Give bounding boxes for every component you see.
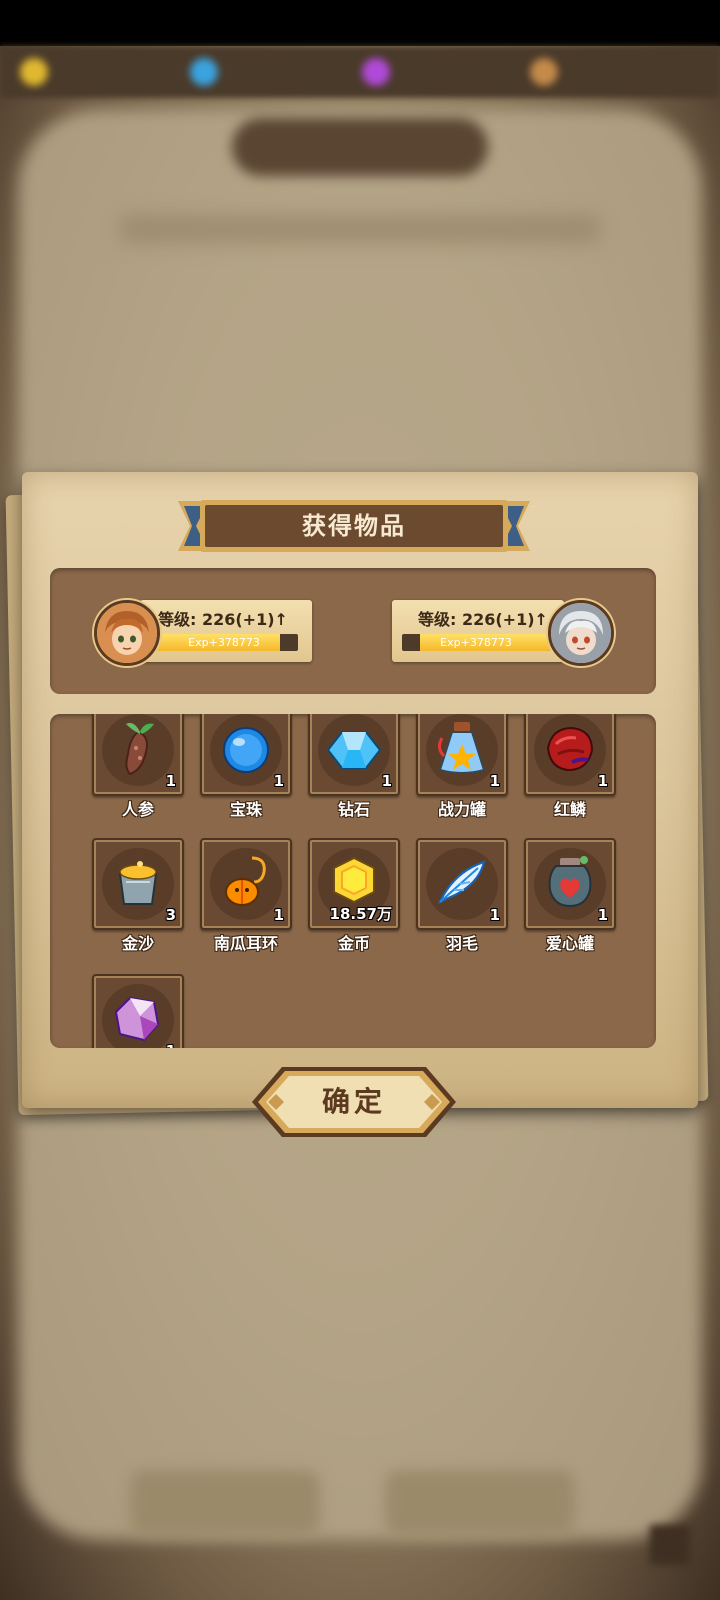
item-diamond[interactable]: 1 钻石 [308, 714, 400, 822]
item-quantity: 1 [273, 906, 284, 924]
item-gold-sand[interactable]: 3 金沙 [92, 838, 184, 956]
item-quantity: 1 [597, 772, 608, 790]
hero-card-2: 等级: 226(+1)↑ Exp+378773 [392, 600, 614, 666]
item-quantity: 1 [273, 772, 284, 790]
pumpkin-earring-icon [225, 856, 266, 906]
item-name: 金沙 [121, 934, 154, 953]
blurred-title-banner [232, 118, 488, 176]
item-slot: 3 [92, 838, 184, 930]
blurred-subtitle [120, 215, 600, 243]
item-name: 人参 [121, 800, 154, 819]
item-ginseng[interactable]: 1 人参 [92, 714, 184, 822]
blue-orb-icon [223, 727, 269, 773]
item-slot: 1 [92, 974, 184, 1048]
hero-card-1: 等级: 226(+1)↑ Exp+378773 [94, 600, 314, 666]
confirm-button[interactable]: 确定 [252, 1065, 456, 1139]
item-quantity: 18.57万 [329, 905, 392, 923]
item-slot: 1 [200, 714, 292, 796]
item-quantity: 1 [597, 906, 608, 924]
item-power-jar[interactable]: 1 战力罐 [416, 714, 508, 822]
item-slot: 1 [200, 838, 292, 930]
ginseng-icon [125, 723, 154, 776]
item-feather[interactable]: 1 羽毛 [416, 838, 508, 956]
heart-jar-icon [548, 856, 592, 908]
item-quantity: 1 [165, 772, 176, 790]
hero-avatar-orange-hair[interactable] [94, 600, 160, 666]
level-up-arrow-icon: ↑ [274, 610, 288, 629]
exp-text: Exp+378773 [440, 636, 512, 649]
item-slot: 1 [416, 714, 508, 796]
exp-bar: Exp+378773 [150, 634, 298, 651]
confirm-button-label: 确定 [321, 1085, 386, 1118]
blurred-crystal-icon [362, 58, 390, 86]
item-purple-crystal[interactable]: 1 [92, 974, 184, 1048]
exp-text: Exp+378773 [188, 636, 260, 649]
item-slot: 1 [308, 714, 400, 796]
item-quantity: 3 [165, 906, 176, 924]
blurred-gold-icon [20, 58, 48, 86]
item-name: 钻石 [337, 800, 370, 819]
feather-icon [437, 860, 486, 905]
blurred-resource-bar [0, 46, 720, 98]
hero-level-text: 等级: 226(+1) [418, 610, 535, 629]
item-name: 爱心罐 [545, 934, 594, 953]
status-bar [0, 0, 720, 46]
items-panel: 1 人参 1 宝珠 1 钻石 1 战力罐 1 红鳞 3 金沙 1 南瓜耳环 18… [50, 714, 656, 1048]
blurred-corner-icon [650, 1525, 690, 1565]
item-name: 羽毛 [445, 934, 478, 953]
blurred-button-right [385, 1470, 575, 1536]
item-quantity: 1 [166, 1042, 176, 1048]
exp-bar: Exp+378773 [402, 634, 550, 651]
item-name: 南瓜耳环 [213, 934, 278, 953]
item-slot: 1 [416, 838, 508, 930]
item-slot: 1 [524, 714, 616, 796]
item-red-scale[interactable]: 1 红鳞 [524, 714, 616, 822]
item-name: 宝珠 [229, 800, 262, 819]
item-gold-coin[interactable]: 18.57万 金币 [308, 838, 400, 956]
dialog-title: 获得物品 [302, 512, 406, 540]
blurred-gem-icon [190, 58, 218, 86]
hero-level: 等级: 226(+1)↑ [158, 608, 318, 632]
gold-sand-bucket-icon [118, 861, 158, 905]
diamond-icon [326, 731, 382, 769]
hero-level-text: 等级: 226(+1) [158, 610, 275, 629]
item-slot: 18.57万 [308, 838, 400, 930]
blurred-energy-icon [530, 58, 558, 86]
item-slot: 1 [92, 714, 184, 796]
item-quantity: 1 [381, 772, 392, 790]
item-quantity: 1 [489, 906, 500, 924]
item-name: 战力罐 [437, 800, 486, 819]
hero-avatar-white-hair[interactable] [548, 600, 614, 666]
blurred-button-left [130, 1470, 320, 1536]
red-scale-icon [546, 726, 594, 772]
item-pumpkin-earring[interactable]: 1 南瓜耳环 [200, 838, 292, 956]
item-blue-orb[interactable]: 1 宝珠 [200, 714, 292, 822]
power-jar-icon [437, 722, 486, 774]
item-name: 金币 [337, 934, 370, 953]
item-heart-jar[interactable]: 1 爱心罐 [524, 838, 616, 956]
title-banner: 获得物品 [178, 497, 530, 555]
item-quantity: 1 [489, 772, 500, 790]
item-name: 红鳞 [553, 800, 586, 819]
purple-crystal-icon [114, 996, 160, 1042]
level-up-arrow-icon: ↑ [534, 610, 548, 629]
item-slot: 1 [524, 838, 616, 930]
